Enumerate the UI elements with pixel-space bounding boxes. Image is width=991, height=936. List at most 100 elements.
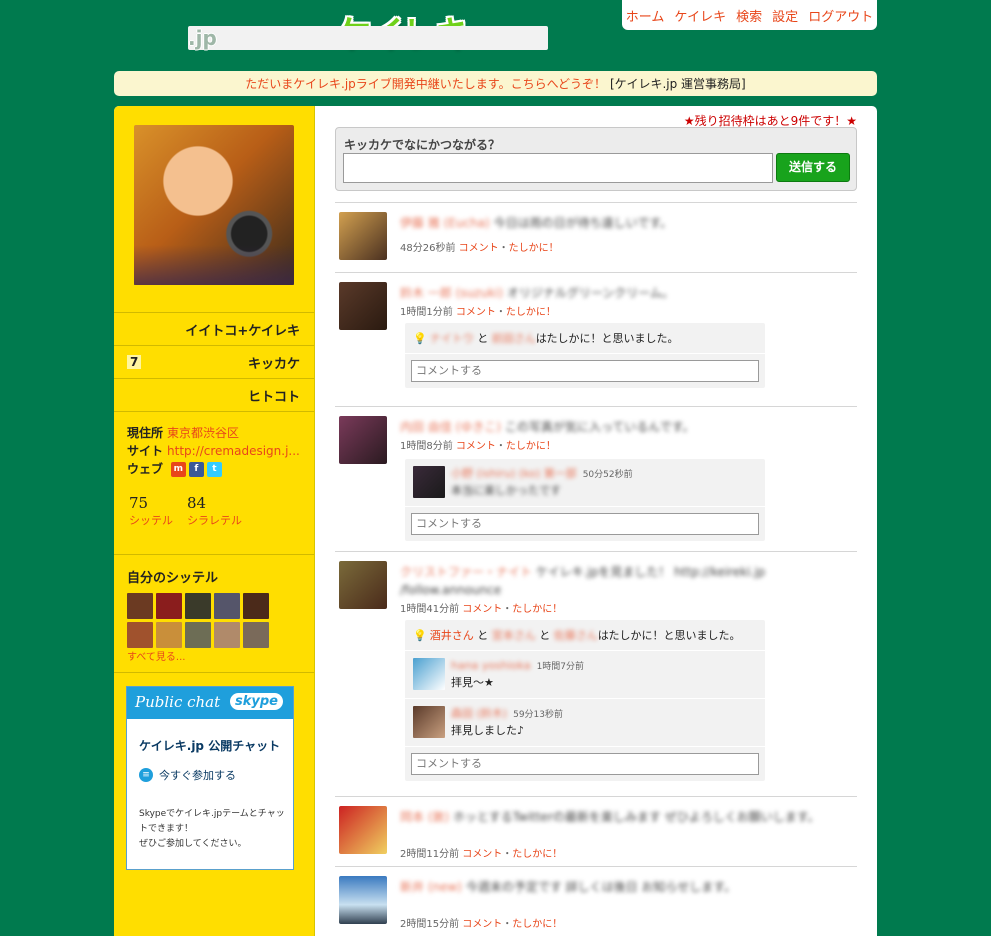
- contact-thumb[interactable]: [185, 593, 211, 619]
- shitteru-stat[interactable]: 75 シッテル: [129, 494, 173, 528]
- reply-content: hana yoshioka 1時間7分前 拝見〜★: [451, 658, 584, 691]
- post-meta: 2時間15分前 コメント・たしかに！: [400, 915, 562, 930]
- like-link[interactable]: たしかに！: [512, 604, 562, 615]
- contact-thumb[interactable]: [185, 622, 211, 648]
- reply-body: 拝見〜★: [451, 676, 494, 689]
- divider: [114, 672, 314, 673]
- liker-name[interactable]: 酒井さん: [430, 629, 474, 642]
- post-author[interactable]: 鈴木 一郎 (suzuki): [400, 286, 503, 300]
- user-avatar[interactable]: [339, 212, 387, 260]
- post-author[interactable]: 内田 由佳 (ゆきこ): [400, 420, 501, 434]
- user-avatar[interactable]: [339, 282, 387, 330]
- comment-link[interactable]: コメント: [462, 919, 502, 930]
- like-link[interactable]: たしかに！: [512, 849, 562, 860]
- location-link[interactable]: 東京都渋谷区: [167, 426, 239, 440]
- contact-thumb[interactable]: [127, 622, 153, 648]
- reply-author[interactable]: 小野 (ishiru) (ko): [451, 467, 540, 480]
- post-input[interactable]: [343, 153, 773, 183]
- meta-separator: ・: [495, 307, 506, 318]
- likes-row: 💡 酒井さん と 宮本さん と 佐藤さんはたしかに！と思いました。: [405, 620, 765, 651]
- user-avatar[interactable]: [339, 876, 387, 924]
- comment-link[interactable]: コメント: [456, 441, 496, 452]
- comment-link[interactable]: コメント: [456, 307, 496, 318]
- timeline-item: クリストファー・ナイト ケイレキ.jpを見ました！ http://keireki…: [335, 551, 857, 796]
- reply-avatar[interactable]: [413, 706, 445, 738]
- contact-thumb[interactable]: [156, 593, 182, 619]
- user-avatar[interactable]: [339, 416, 387, 464]
- post-text: 鈴木 一郎 (suzuki) オリジナルグリーンクリーム。: [400, 284, 820, 302]
- blog-icon[interactable]: m: [170, 462, 186, 477]
- comment-link[interactable]: コメント: [462, 849, 502, 860]
- reply-time: 59分13秒前: [513, 710, 563, 720]
- shirareteru-count: 84: [187, 494, 207, 512]
- announcement-source: [ケイレキ.jp 運営事務局]: [610, 77, 746, 91]
- reply-avatar[interactable]: [413, 658, 445, 690]
- sidebar-item-iitoko[interactable]: イイトコ+ケイレキ: [114, 312, 314, 345]
- site-link[interactable]: http://cremadesign.j...: [167, 444, 300, 458]
- comment-link[interactable]: コメント: [462, 604, 502, 615]
- post-meta: 48分26秒前 コメント・たしかに！: [400, 239, 559, 254]
- nav-home[interactable]: ホーム: [626, 6, 665, 25]
- post-body: 今週末の予定です 詳しくは後日 お知らせします。: [465, 880, 737, 894]
- post-author[interactable]: 伊藤 雅 (Eucha): [400, 216, 490, 230]
- nav-settings[interactable]: 設定: [772, 6, 798, 25]
- reply-avatar[interactable]: [413, 466, 445, 498]
- liker-name[interactable]: 佐藤さん: [554, 629, 598, 642]
- sidebar-item-hitokoto[interactable]: ヒトコト: [114, 378, 314, 411]
- reply-author[interactable]: 森田 (鈴木): [451, 707, 507, 720]
- comment-input[interactable]: コメントする: [411, 753, 759, 775]
- profile-photo[interactable]: [134, 125, 294, 285]
- sidebar-item-label: ヒトコト: [247, 389, 300, 405]
- contact-thumb[interactable]: [127, 593, 153, 619]
- kikkake-count-badge: 7: [127, 355, 142, 369]
- post-time: 1時間8分前: [400, 441, 453, 452]
- reply-content: 森田 (鈴木) 59分13秒前 拝見しました♪: [451, 706, 563, 739]
- contact-thumb[interactable]: [243, 622, 269, 648]
- shirareteru-stat[interactable]: 84 シラレテル: [187, 494, 242, 528]
- logo-domain: .jp: [188, 26, 548, 50]
- user-avatar[interactable]: [339, 561, 387, 609]
- facebook-icon[interactable]: f: [188, 462, 204, 477]
- comment-link[interactable]: コメント: [459, 243, 499, 254]
- top-nav: ホーム ケイレキ 検索 設定 ログアウト: [622, 0, 877, 30]
- like-link[interactable]: たしかに！: [512, 919, 562, 930]
- likes-text: はたしかに！と思いました。: [535, 332, 679, 345]
- post-time: 48分26秒前: [400, 243, 456, 254]
- sidebar-item-kikkake[interactable]: 7 キッカケ: [114, 345, 314, 378]
- post-text: 伊藤 雅 (Eucha) 今日は雨の日が待ち遠しいです。: [400, 214, 820, 232]
- post-author[interactable]: 岡本 (敦): [400, 810, 449, 824]
- post-author[interactable]: クリストファー・ナイト: [400, 565, 532, 579]
- twitter-icon[interactable]: t: [206, 462, 222, 477]
- like-link[interactable]: たしかに！: [506, 307, 556, 318]
- liker-name[interactable]: 前田さん: [492, 332, 536, 345]
- sidebar-item-label: イイトコ+ケイレキ: [185, 323, 300, 339]
- post-author[interactable]: 新井 (new): [400, 880, 462, 894]
- reply-author[interactable]: hana yoshioka: [451, 659, 531, 672]
- post-body: オリジナルグリーンクリーム。: [506, 286, 674, 300]
- like-link[interactable]: たしかに！: [509, 243, 559, 254]
- nav-logout[interactable]: ログアウト: [808, 6, 873, 25]
- comment-input[interactable]: コメントする: [411, 513, 759, 535]
- public-chat-label: Public chat: [135, 693, 221, 711]
- see-all-link[interactable]: すべて見る...: [127, 648, 185, 663]
- announcement-link[interactable]: ただいまケイレキ.jpライブ開発中継いたします。こちらへどうぞ！: [245, 75, 606, 92]
- contact-thumb[interactable]: [243, 593, 269, 619]
- contact-thumb[interactable]: [214, 593, 240, 619]
- send-button[interactable]: 送信する: [776, 153, 850, 182]
- liker-name[interactable]: ナイトウ: [430, 332, 474, 345]
- meta-separator: ・: [502, 604, 513, 615]
- contact-thumb[interactable]: [156, 622, 182, 648]
- content-area: イイトコ+ケイレキ 7 キッカケ ヒトコト 現住所 東京都渋谷区 サイト http:…: [114, 106, 877, 936]
- post-question: キッカケでなにかつながる？: [344, 138, 501, 152]
- like-link[interactable]: たしかに！: [506, 441, 556, 452]
- post-text: 新井 (new) 今週末の予定です 詳しくは後日 お知らせします。: [400, 878, 820, 896]
- comment-input[interactable]: コメントする: [411, 360, 759, 382]
- contact-thumb[interactable]: [214, 622, 240, 648]
- skype-join-button[interactable]: ≡ 今すぐ参加する: [139, 767, 236, 783]
- nav-search[interactable]: 検索: [736, 6, 762, 25]
- user-avatar[interactable]: [339, 806, 387, 854]
- nav-keireki[interactable]: ケイレキ: [674, 6, 726, 25]
- reply-row: hana yoshioka 1時間7分前 拝見〜★: [405, 651, 765, 699]
- liker-name[interactable]: 宮本さん: [492, 629, 536, 642]
- reaction-box: 💡 酒井さん と 宮本さん と 佐藤さんはたしかに！と思いました。 hana yo…: [405, 620, 765, 781]
